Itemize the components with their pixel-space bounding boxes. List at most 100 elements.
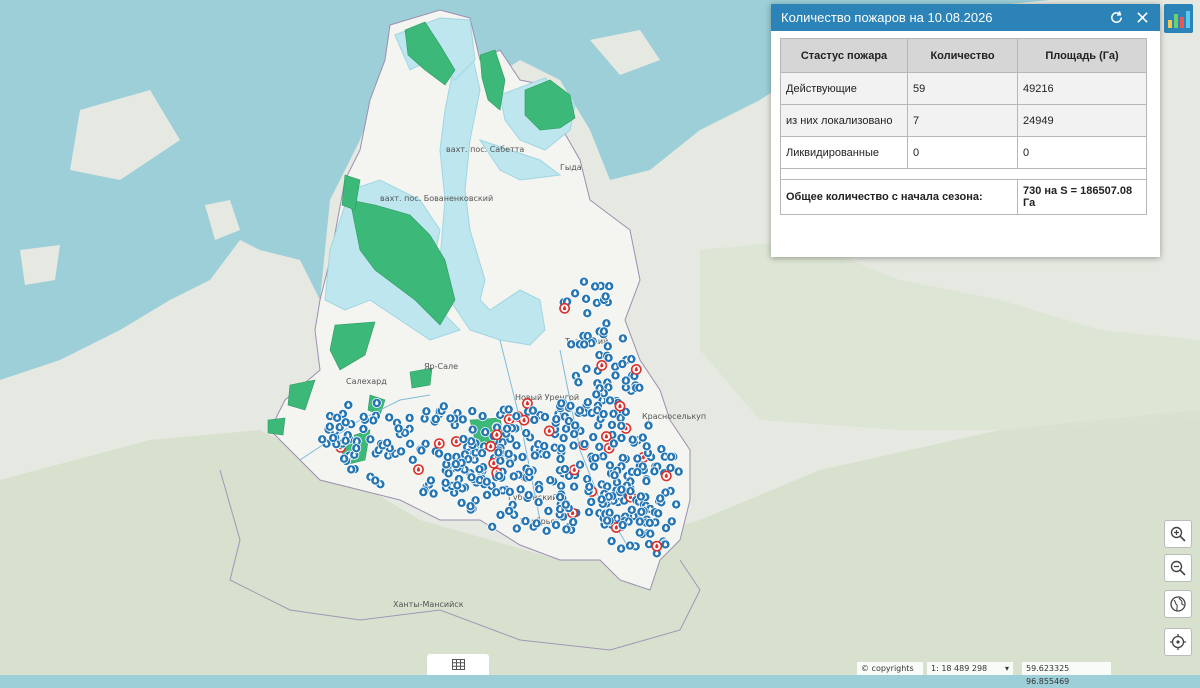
fire-marker[interactable] [421,406,432,417]
fire-marker[interactable] [324,421,335,432]
fire-alert-marker[interactable] [559,302,570,314]
fire-marker[interactable] [545,475,556,486]
fire-marker[interactable] [523,490,534,501]
fire-marker[interactable] [634,527,645,538]
fire-marker[interactable] [452,480,463,491]
fire-alert-marker[interactable] [601,431,612,442]
fire-marker[interactable] [407,454,418,465]
fire-marker[interactable] [371,397,382,408]
fire-marker[interactable] [495,455,506,466]
fire-marker[interactable] [666,451,677,462]
fire-marker[interactable] [511,523,522,534]
zoom-in-icon[interactable] [1164,520,1192,548]
fire-marker[interactable] [332,412,343,423]
fire-marker[interactable] [405,438,416,449]
fire-marker[interactable] [481,476,492,487]
fire-marker[interactable] [534,484,545,495]
fire-marker[interactable] [644,517,655,528]
fire-marker[interactable] [445,413,456,424]
fire-marker[interactable] [393,423,404,434]
fire-marker[interactable] [358,411,369,422]
fire-alert-marker[interactable] [485,440,497,452]
fire-marker[interactable] [555,491,566,502]
fire-marker[interactable] [511,411,522,422]
fire-marker[interactable] [502,423,513,434]
zoom-out-icon[interactable] [1164,554,1192,582]
fire-marker[interactable] [569,428,580,439]
fire-marker[interactable] [467,406,478,417]
fire-marker[interactable] [566,339,577,350]
fire-marker[interactable] [442,451,453,462]
fire-marker[interactable] [616,484,627,495]
fire-marker[interactable] [574,405,585,416]
fire-marker[interactable] [588,432,599,443]
fire-marker[interactable] [551,414,562,425]
fire-marker[interactable] [641,476,652,487]
fire-marker[interactable] [540,411,551,422]
fire-marker[interactable] [565,400,576,411]
fire-marker[interactable] [529,414,540,425]
fire-alert-marker[interactable] [491,429,503,441]
fire-marker[interactable] [660,539,671,550]
fire-marker[interactable] [655,493,666,504]
fire-marker[interactable] [586,496,597,507]
fire-alert-marker[interactable] [433,438,445,449]
fire-marker[interactable] [582,308,593,319]
fire-marker[interactable] [600,291,611,302]
fire-marker[interactable] [584,507,595,518]
fire-marker[interactable] [568,517,579,528]
fire-marker[interactable] [477,448,488,459]
fire-marker[interactable] [625,540,636,551]
fire-marker[interactable] [494,470,505,481]
close-icon[interactable] [1132,8,1152,28]
fire-marker[interactable] [653,508,664,519]
fire-marker[interactable] [517,451,528,462]
fire-marker[interactable] [598,326,609,337]
fire-marker[interactable] [604,460,615,471]
fire-marker[interactable] [495,509,506,520]
fire-marker[interactable] [598,409,609,420]
fire-marker[interactable] [521,428,532,439]
fire-marker[interactable] [416,445,427,456]
fire-marker[interactable] [627,434,638,445]
fire-marker[interactable] [491,487,502,498]
fire-marker[interactable] [524,466,535,477]
fire-marker[interactable] [602,341,613,352]
fire-alert-marker[interactable] [651,540,663,552]
fire-marker[interactable] [569,481,580,492]
fire-marker[interactable] [579,276,590,287]
fire-marker[interactable] [511,440,522,451]
fire-marker[interactable] [560,499,571,510]
fire-marker[interactable] [339,453,350,464]
fire-marker[interactable] [561,524,572,535]
fire-marker[interactable] [438,401,449,412]
fire-marker[interactable] [368,415,379,426]
fire-marker[interactable] [504,458,515,469]
fire-marker[interactable] [443,468,454,479]
fire-marker[interactable] [504,486,515,497]
fire-marker[interactable] [617,520,628,531]
fire-marker[interactable] [503,404,514,415]
fire-marker[interactable] [641,441,652,452]
fire-marker[interactable] [632,453,643,464]
fire-marker[interactable] [474,464,485,475]
fire-marker[interactable] [340,417,351,428]
fire-marker[interactable] [481,489,492,500]
fire-marker[interactable] [541,449,552,460]
fire-marker[interactable] [533,497,544,508]
scale-readout[interactable]: 1: 18 489 298 ▾ [927,662,1013,675]
fire-marker[interactable] [616,420,627,431]
fire-marker[interactable] [340,435,351,446]
fire-marker[interactable] [440,477,451,488]
fire-marker[interactable] [568,440,579,451]
fire-marker[interactable] [503,448,514,459]
fire-marker[interactable] [570,288,581,299]
fire-marker[interactable] [456,497,467,508]
fire-marker[interactable] [539,441,550,452]
fire-marker[interactable] [365,434,376,445]
fire-marker[interactable] [594,441,605,452]
fire-marker[interactable] [541,525,552,536]
fire-marker[interactable] [558,433,569,444]
fire-marker[interactable] [575,459,586,470]
fire-marker[interactable] [582,397,593,408]
